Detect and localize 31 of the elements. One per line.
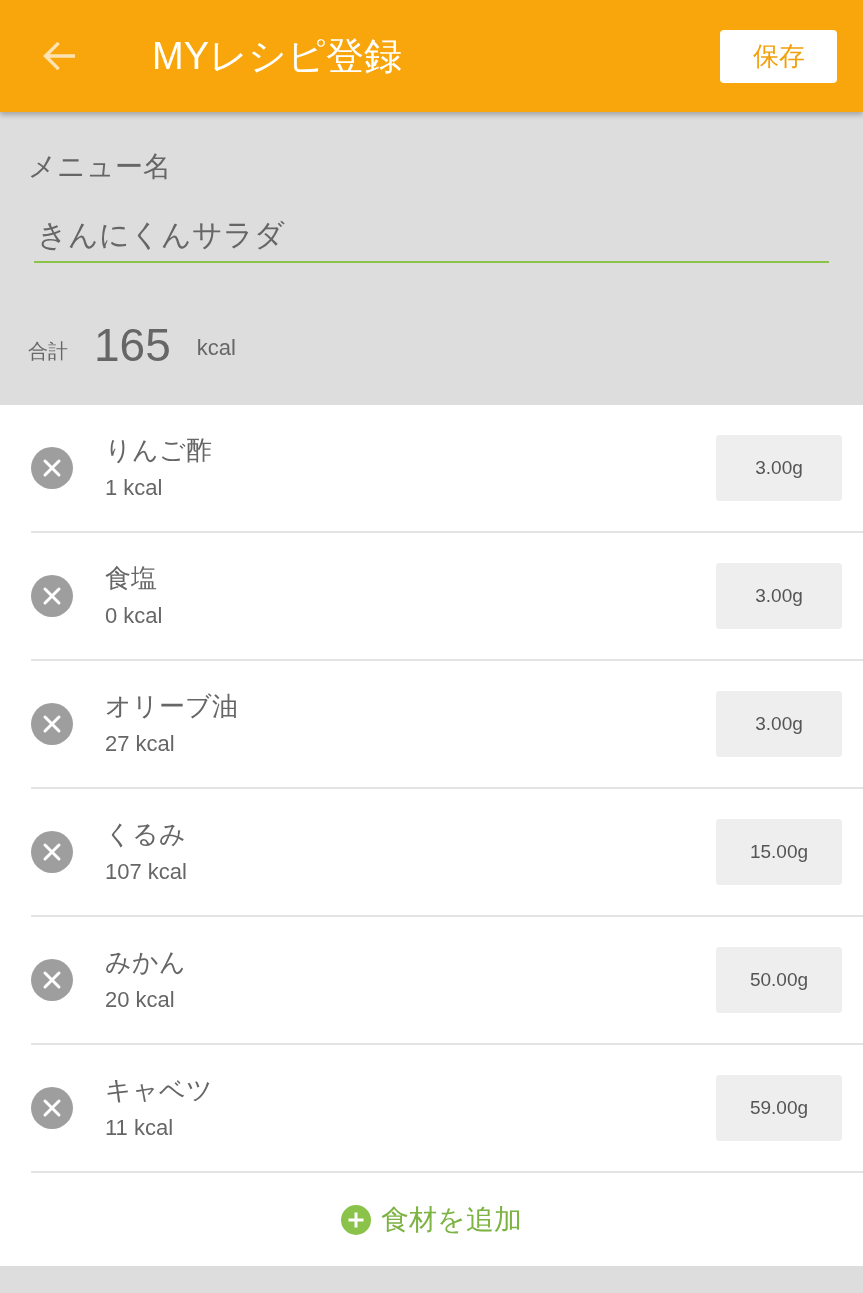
remove-icon[interactable] [31, 1087, 73, 1129]
amount-field[interactable]: 3.00g [716, 563, 842, 629]
amount-field[interactable]: 15.00g [716, 819, 842, 885]
amount-field[interactable]: 3.00g [716, 691, 842, 757]
ingredient-kcal: 20 kcal [105, 986, 175, 1014]
ingredient-name: オリーブ油 [105, 690, 238, 722]
total-unit: kcal [196, 334, 236, 362]
ingredient-kcal: 11 kcal [105, 1114, 174, 1142]
ingredient-name: キャベツ [105, 1074, 213, 1106]
remove-icon[interactable] [31, 575, 73, 617]
plus-icon [341, 1204, 371, 1235]
ingredient-name: くるみ [105, 818, 186, 850]
amount-field[interactable]: 3.00g [716, 435, 842, 501]
ingredient-name: みかん [105, 946, 186, 978]
menu-name-field[interactable]: きんにくんサラダ [34, 215, 829, 263]
total-value: 165 [94, 318, 171, 372]
remove-icon[interactable] [31, 447, 73, 489]
remove-icon[interactable] [31, 703, 73, 745]
remove-icon[interactable] [31, 959, 73, 1001]
ingredient-kcal: 107 kcal [105, 858, 187, 886]
ingredient-kcal: 0 kcal [105, 602, 163, 630]
total-label: 合計 [28, 339, 68, 364]
ingredient-kcal: 27 kcal [105, 730, 175, 758]
ingredient-name: 食塩 [105, 562, 157, 594]
amount-field[interactable]: 50.00g [716, 947, 842, 1013]
page-title: MYレシピ登録 [152, 34, 402, 79]
menu-name-label: メニュー名 [28, 150, 171, 184]
ingredient-kcal: 1 kcal [105, 474, 163, 502]
ingredient-name: りんご酢 [105, 434, 212, 466]
amount-field[interactable]: 59.00g [716, 1075, 842, 1141]
remove-icon[interactable] [31, 831, 73, 873]
